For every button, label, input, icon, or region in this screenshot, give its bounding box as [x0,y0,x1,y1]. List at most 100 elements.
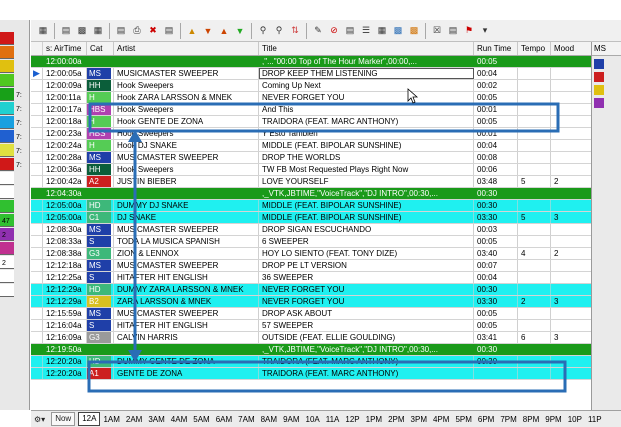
cell-category[interactable] [87,56,114,67]
header-cat[interactable]: Cat [87,42,114,55]
header-run-time[interactable]: Run Time [474,42,518,55]
dropdown-icon[interactable]: ▾ [477,23,493,39]
cell-run-time[interactable]: 00:01 [474,128,518,139]
close-icon[interactable]: ✖ [145,23,161,39]
log-row[interactable]: 12:12:25a S HITAFTER HIT ENGLISH 36 SWEEPER… [31,272,591,284]
cell-title[interactable]: NEVER FORGET YOU [259,92,474,103]
now-button[interactable]: Now [51,412,76,426]
hour-button[interactable]: 1PM [363,411,385,427]
row-indicator[interactable] [31,212,43,223]
cell-tempo[interactable] [518,260,551,271]
note-icon[interactable]: ▤ [342,23,358,39]
print-icon[interactable]: ⎙ [129,23,145,39]
cell-mood[interactable]: 2 [551,176,591,187]
row-indicator[interactable] [31,308,43,319]
hour-button[interactable]: 8PM [520,411,542,427]
row-indicator[interactable] [31,116,43,127]
log-row[interactable]: 12:19:50a ,_VTK,JBTIME,"VoiceTrack","DJ I… [31,344,591,356]
cell-airtime[interactable]: 12:20:20a [43,356,87,367]
cell-tempo[interactable] [518,368,551,379]
row-indicator[interactable] [31,140,43,151]
cell-run-time[interactable]: 00:04 [474,140,518,151]
row-indicator[interactable] [31,356,43,367]
cell-category[interactable]: HD [87,200,114,211]
cell-title[interactable]: DROP PE LT VERSION [259,260,474,271]
cell-run-time[interactable]: 00:04 [474,68,518,79]
cell-artist[interactable]: MUSICMASTER SWEEPER [114,152,259,163]
left-swatch[interactable] [0,88,14,101]
left-swatch[interactable] [0,46,14,59]
cancel-icon[interactable]: ☒ [429,23,445,39]
cell-artist[interactable]: ZARA LARSSON & MNEK [114,296,259,307]
spreadsheet-icon[interactable]: ▦ [90,23,106,39]
hour-button[interactable]: 6PM [475,411,497,427]
header-artist[interactable]: Artist [114,42,259,55]
cell-category[interactable]: G3 [87,248,114,259]
hour-button[interactable]: 6AM [213,411,235,427]
cell-category[interactable]: HBS [87,104,114,115]
cell-artist[interactable]: Hook ZARA LARSSON & MNEK [114,92,259,103]
cell-title[interactable]: Coming Up Next [259,80,474,91]
hour-button[interactable]: 1AM [100,411,122,427]
log-row[interactable]: 12:08:30a MS MUSICMASTER SWEEPER DROP SIGAN… [31,224,591,236]
row-indicator[interactable] [31,320,43,331]
hour-button[interactable]: 8AM [258,411,280,427]
cell-mood[interactable] [551,68,591,79]
cell-tempo[interactable] [518,188,551,199]
cell-tempo[interactable] [518,356,551,367]
cell-mood[interactable] [551,224,591,235]
cell-run-time[interactable] [474,368,518,379]
row-indicator[interactable] [31,368,43,379]
cell-run-time[interactable]: 00:03 [474,224,518,235]
cell-title[interactable]: ,_VTK,JBTIME,"VoiceTrack","DJ INTRO",00:… [259,188,474,199]
left-swatch[interactable] [0,200,14,213]
cell-tempo[interactable] [518,92,551,103]
header-tempo[interactable]: Tempo [518,42,551,55]
cell-run-time[interactable]: 00:30 [474,188,518,199]
cell-tempo[interactable] [518,224,551,235]
cell-run-time[interactable]: 00:05 [474,92,518,103]
cell-category[interactable]: S [87,236,114,247]
row-indicator[interactable] [31,188,43,199]
cell-tempo[interactable]: 2 [518,296,551,307]
print-preview-icon[interactable]: ▤ [113,23,129,39]
cell-tempo[interactable] [518,152,551,163]
cell-title[interactable]: NEVER FORGET YOU [259,284,474,295]
cell-category[interactable]: MS [87,260,114,271]
cell-artist[interactable]: Hook Sweepers [114,80,259,91]
log-row[interactable]: ▶ 12:00:05a MS MUSICMASTER SWEEPER DROP KEEP… [31,68,591,80]
left-swatch[interactable] [0,60,14,73]
cell-run-time[interactable]: 03:30 [474,212,518,223]
log-row[interactable]: 12:16:04a S HITAFTER HIT ENGLISH 57 SWEEPER… [31,320,591,332]
cell-run-time[interactable]: 03:40 [474,248,518,259]
cell-category[interactable]: MS [87,308,114,319]
cell-artist[interactable] [114,344,259,355]
log-row[interactable]: 12:16:09a G3 CALVIN HARRIS OUTSIDE (FEAT. E… [31,332,591,344]
cell-title[interactable]: OUTSIDE (FEAT. ELLIE GOULDING) [259,332,474,343]
cell-artist[interactable]: TODA LA MUSICA SPANISH [114,236,259,247]
row-indicator[interactable] [31,152,43,163]
cell-mood[interactable] [551,128,591,139]
cell-category[interactable]: HH [87,164,114,175]
cell-tempo[interactable] [518,140,551,151]
cell-mood[interactable] [551,152,591,163]
cell-title[interactable]: 36 SWEEPER [259,272,474,283]
row-indicator[interactable] [31,200,43,211]
left-swatch[interactable] [0,158,14,171]
row-indicator[interactable] [31,224,43,235]
cell-category[interactable] [87,188,114,199]
cell-airtime[interactable]: 12:00:24a [43,140,87,151]
hour-button[interactable]: 11P [585,411,605,427]
hour-button[interactable]: 10A [303,411,323,427]
color-grid-icon[interactable]: ▩ [406,23,422,39]
cell-mood[interactable]: 2 [551,248,591,259]
cell-artist[interactable]: MUSICMASTER SWEEPER [114,308,259,319]
cell-artist[interactable]: GENTE DE ZONA [114,368,259,379]
search-icon[interactable]: ⚲ [255,23,271,39]
cell-category[interactable]: G3 [87,332,114,343]
cell-run-time[interactable]: 00:05 [474,116,518,127]
cell-artist[interactable]: DUMMY GENTE DE ZONA [114,356,259,367]
cell-title[interactable]: TRAIDORA (FEAT. MARC ANTHONY) [259,356,474,367]
hour-button[interactable]: 12A [78,412,101,426]
cell-mood[interactable] [551,164,591,175]
